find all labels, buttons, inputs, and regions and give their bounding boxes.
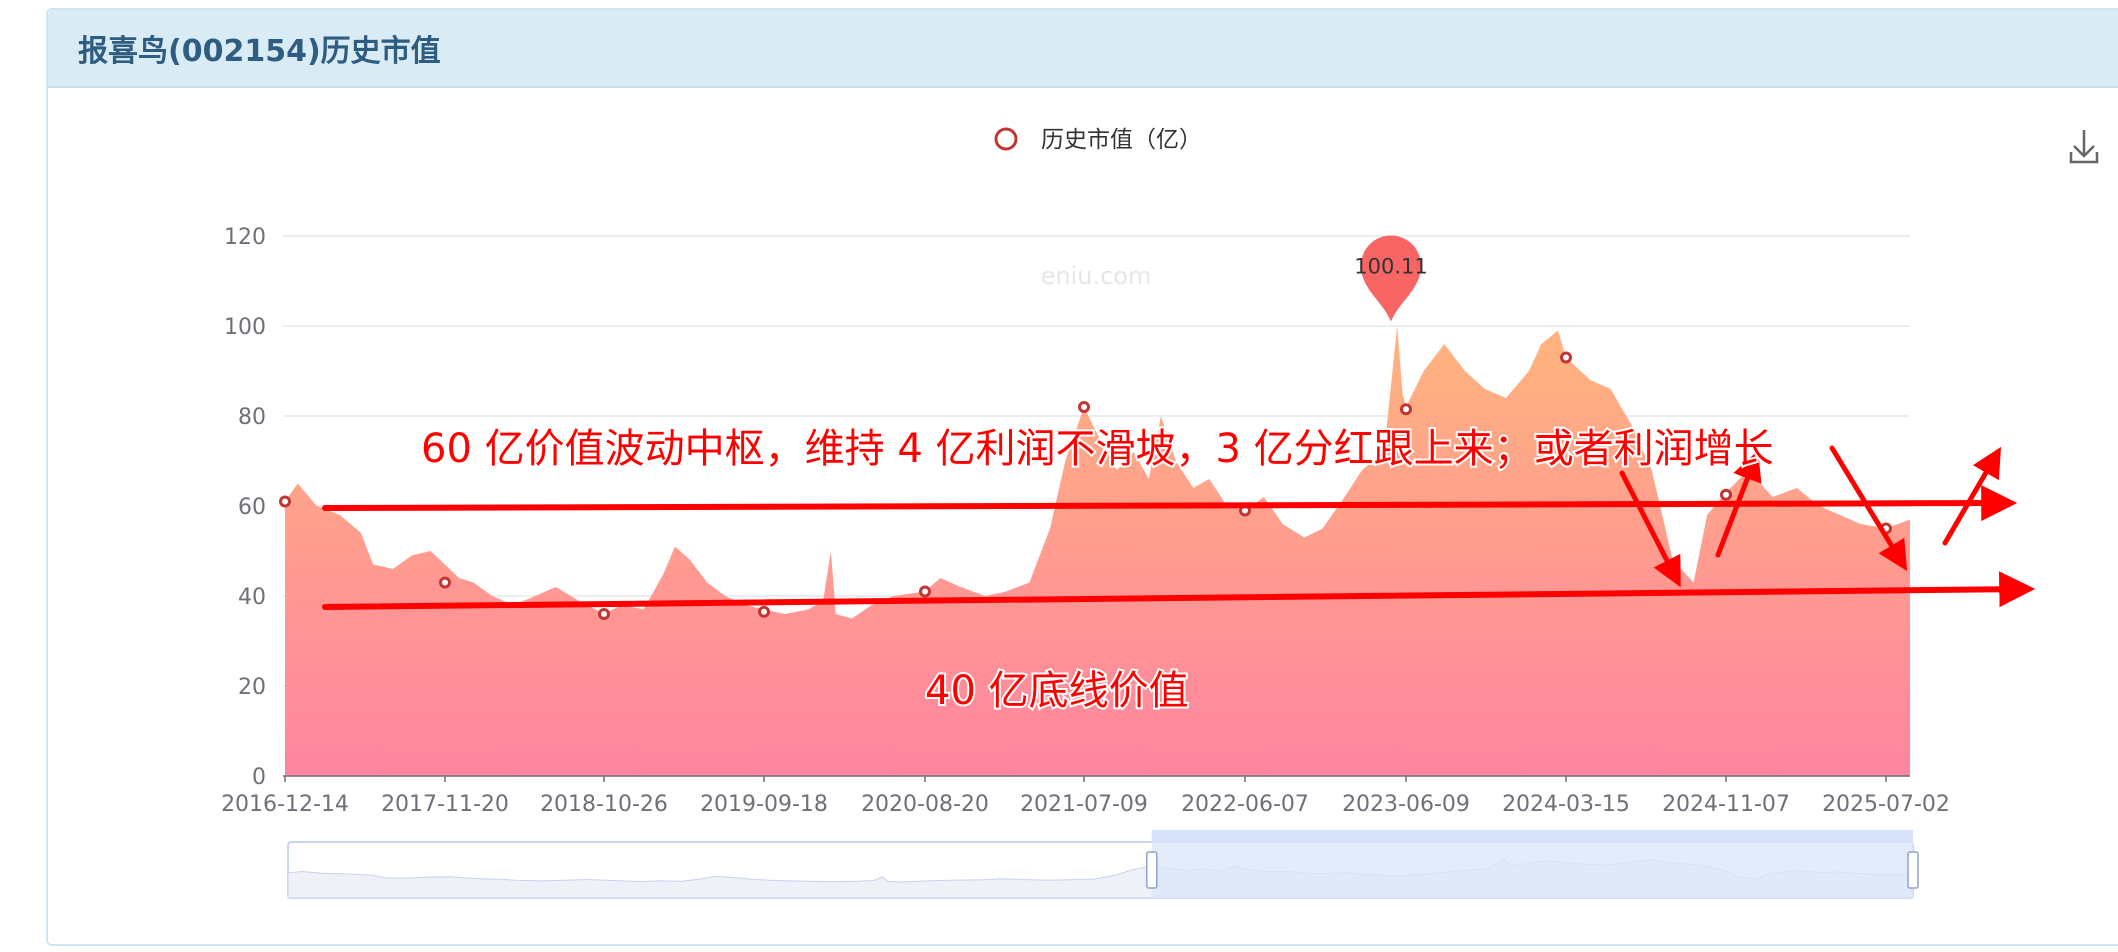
y-tick-label: 60 — [238, 495, 266, 520]
zoom-handle-right[interactable] — [1907, 851, 1919, 889]
data-point-marker[interactable] — [758, 605, 770, 618]
data-point-marker[interactable] — [279, 495, 291, 508]
data-point-marker[interactable] — [439, 576, 451, 589]
y-tick-label: 0 — [252, 765, 266, 790]
x-tick-label: 2018-10-26 — [540, 792, 668, 817]
max-value-pin: 100.11 — [1354, 235, 1428, 322]
y-tick-label: 20 — [238, 675, 266, 700]
y-tick-label: 100 — [224, 315, 266, 340]
data-point-marker[interactable] — [1078, 401, 1090, 413]
x-tick-label: 2016-12-14 — [221, 792, 349, 817]
x-tick-label: 2019-09-18 — [700, 792, 828, 817]
x-tick-label: 2023-06-09 — [1342, 792, 1470, 817]
data-zoom-slider[interactable] — [287, 830, 1919, 899]
x-tick-label: 2025-07-02 — [1822, 792, 1950, 817]
legend[interactable]: 历史市值（亿） — [994, 127, 1202, 153]
zoom-handle-left[interactable] — [1146, 851, 1158, 889]
x-tick-label: 2024-11-07 — [1662, 792, 1790, 817]
x-tick-label: 2024-03-15 — [1502, 792, 1630, 817]
data-point-marker[interactable] — [1400, 403, 1412, 416]
annotation-arrow-up-2 — [1942, 446, 2002, 546]
x-tick-label: 2020-08-20 — [861, 792, 989, 817]
x-tick-label: 2022-06-07 — [1181, 792, 1309, 817]
y-tick-label: 80 — [238, 405, 266, 430]
data-point-marker[interactable] — [1720, 488, 1732, 501]
download-icon-glyph — [2069, 130, 2099, 164]
data-point-marker[interactable] — [1560, 351, 1572, 364]
market-cap-chart: 历史市值（亿） 0 20 40 60 80 100 120 eniu.com 2016-12-14… — [221, 127, 2099, 899]
download-icon[interactable] — [2069, 130, 2099, 164]
annotation-text-60: 60 亿价值波动中枢，维持 4 亿利润不滑坡，3 亿分红跟上来；或者利润增长 — [421, 426, 1774, 472]
zoom-selected-window[interactable] — [1151, 842, 1913, 898]
legend-symbol — [994, 127, 1018, 151]
x-tick-label: 2017-11-20 — [381, 792, 509, 817]
annotation-text-40: 40 亿底线价值 — [925, 668, 1189, 714]
data-point-marker[interactable] — [598, 608, 610, 620]
data-point-marker[interactable] — [919, 585, 931, 598]
zoom-move-handle[interactable] — [1151, 830, 1913, 842]
max-pin-label: 100.11 — [1354, 255, 1427, 279]
y-tick-label: 120 — [224, 225, 266, 250]
x-tick-label: 2021-07-09 — [1020, 792, 1148, 817]
y-tick-label: 40 — [238, 585, 266, 610]
legend-label: 历史市值（亿） — [1041, 127, 1202, 153]
watermark: eniu.com — [1041, 262, 1152, 290]
